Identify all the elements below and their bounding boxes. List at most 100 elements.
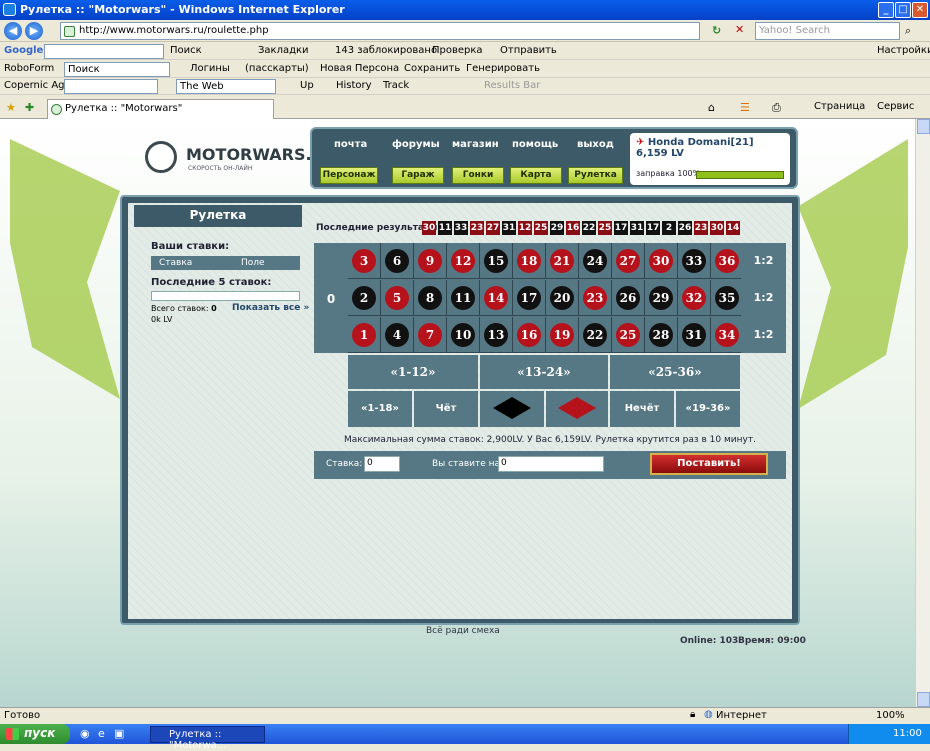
save-button[interactable]: Сохранить <box>404 63 460 74</box>
roboform-button[interactable]: RoboForm <box>4 63 54 74</box>
nav-shop[interactable]: магазин <box>452 139 499 150</box>
nav-garage[interactable]: Гараж <box>392 167 444 184</box>
url-input[interactable]: http://www.motorwars.ru/roulette.php <box>60 22 700 40</box>
back-icon[interactable]: ◀ <box>4 22 22 40</box>
number-cell[interactable]: 10 <box>447 317 480 353</box>
number-cell[interactable]: 15 <box>480 243 513 279</box>
dozen-2[interactable]: «13-24» <box>480 355 608 389</box>
nav-roulette[interactable]: Рулетка <box>568 167 623 184</box>
scroll-down-icon[interactable] <box>917 692 930 707</box>
google-search-button[interactable]: Поиск <box>170 45 202 56</box>
new-persona-button[interactable]: Новая Персона <box>320 63 399 74</box>
results-bar-button[interactable]: Results Bar <box>484 80 540 91</box>
nav-forums[interactable]: форумы <box>392 139 440 150</box>
up-button[interactable]: Up <box>300 80 314 91</box>
number-cell[interactable]: 25 <box>612 317 645 353</box>
page-menu[interactable]: Страница <box>814 101 865 112</box>
number-cell[interactable]: 11 <box>447 280 480 316</box>
number-cell[interactable]: 27 <box>612 243 645 279</box>
number-cell[interactable]: 21 <box>546 243 579 279</box>
number-cell[interactable]: 4 <box>381 317 414 353</box>
number-cell[interactable]: 23 <box>579 280 612 316</box>
number-cell[interactable]: 2 <box>348 280 381 316</box>
favorites-star-icon[interactable]: ★ <box>6 101 16 114</box>
zoom-level[interactable]: 100% <box>876 710 905 721</box>
tab-active[interactable]: Рулетка :: "Motorwars" <box>47 99 274 119</box>
settings-button[interactable]: Настройки <box>877 45 930 56</box>
number-cell[interactable]: 28 <box>645 317 678 353</box>
stop-icon[interactable]: ✕ <box>735 23 744 36</box>
scroll-up-icon[interactable] <box>917 119 930 134</box>
dozen-3[interactable]: «25-36» <box>610 355 740 389</box>
popup-blocked-button[interactable]: 143 заблокировано <box>335 45 437 56</box>
bookmarks-button[interactable]: Закладки <box>258 45 309 56</box>
copernic-search-input[interactable] <box>64 79 158 94</box>
add-favorites-icon[interactable]: ✚ <box>25 101 34 114</box>
number-cell[interactable]: 1 <box>348 317 381 353</box>
feeds-icon[interactable]: ☰ <box>740 101 750 114</box>
black-bet[interactable] <box>480 391 544 427</box>
column-bet[interactable]: 1:2 <box>741 243 786 279</box>
place-bet-button[interactable]: Поставить! <box>650 453 768 475</box>
forward-icon[interactable]: ▶ <box>25 22 43 40</box>
service-menu[interactable]: Сервис <box>877 101 914 112</box>
number-cell[interactable]: 24 <box>579 243 612 279</box>
close-button[interactable]: ✕ <box>912 2 928 18</box>
zero-cell[interactable]: 0 <box>316 245 346 353</box>
nav-character[interactable]: Персонаж <box>320 167 378 184</box>
quicklaunch-ie-icon[interactable]: e <box>98 727 105 740</box>
start-button[interactable]: пуск <box>0 724 70 744</box>
track-button[interactable]: Track <box>383 80 409 91</box>
number-cell[interactable]: 33 <box>678 243 711 279</box>
number-cell[interactable]: 7 <box>414 317 447 353</box>
engine-select[interactable]: The Web <box>176 79 276 94</box>
number-cell[interactable]: 34 <box>711 317 744 353</box>
number-cell[interactable]: 3 <box>348 243 381 279</box>
column-bet[interactable]: 1:2 <box>741 280 786 316</box>
home-icon[interactable]: ⌂ <box>708 101 715 114</box>
search-icon[interactable]: ⌕ <box>905 24 911 38</box>
number-cell[interactable]: 5 <box>381 280 414 316</box>
high-bet[interactable]: «19-36» <box>676 391 740 427</box>
spellcheck-button[interactable]: Проверка <box>432 45 483 56</box>
low-bet[interactable]: «1-18» <box>348 391 412 427</box>
refresh-icon[interactable]: ↻ <box>712 24 721 37</box>
number-cell[interactable]: 6 <box>381 243 414 279</box>
number-cell[interactable]: 32 <box>678 280 711 316</box>
number-cell[interactable]: 35 <box>711 280 744 316</box>
bet-on-input[interactable]: 0 <box>498 456 604 472</box>
number-cell[interactable]: 31 <box>678 317 711 353</box>
taskbar-task[interactable]: Рулетка :: "Motorwa... <box>150 726 265 751</box>
number-cell[interactable]: 29 <box>645 280 678 316</box>
maximize-button[interactable]: □ <box>895 2 911 18</box>
number-cell[interactable]: 30 <box>645 243 678 279</box>
print-icon[interactable]: ⎙ <box>772 101 781 115</box>
scrollbar[interactable] <box>915 119 930 707</box>
nav-logout[interactable]: выход <box>577 139 614 150</box>
logins-button[interactable]: Логины <box>190 63 230 74</box>
dozen-1[interactable]: «1-12» <box>348 355 478 389</box>
number-cell[interactable]: 17 <box>513 280 546 316</box>
number-cell[interactable]: 16 <box>513 317 546 353</box>
user-car[interactable]: ✈ Honda Domani[21] <box>636 137 784 148</box>
generate-button[interactable]: Генерировать <box>466 63 540 74</box>
number-cell[interactable]: 26 <box>612 280 645 316</box>
number-cell[interactable]: 14 <box>480 280 513 316</box>
history-button[interactable]: History <box>336 80 372 91</box>
quicklaunch-icon[interactable]: ◉ <box>80 727 90 740</box>
nav-races[interactable]: Гонки <box>452 167 504 184</box>
number-cell[interactable]: 13 <box>480 317 513 353</box>
minimize-button[interactable]: _ <box>878 2 894 18</box>
odd-bet[interactable]: Нечёт <box>610 391 674 427</box>
nav-mail[interactable]: почта <box>334 139 367 150</box>
search-input[interactable]: Yahoo! Search <box>755 22 900 40</box>
red-bet[interactable] <box>546 391 608 427</box>
nav-help[interactable]: помощь <box>512 139 558 150</box>
number-cell[interactable]: 36 <box>711 243 744 279</box>
quicklaunch-desktop-icon[interactable]: ▣ <box>114 727 124 740</box>
passcards-button[interactable]: (пасскарты) <box>245 63 309 74</box>
number-cell[interactable]: 8 <box>414 280 447 316</box>
number-cell[interactable]: 12 <box>447 243 480 279</box>
number-cell[interactable]: 20 <box>546 280 579 316</box>
number-cell[interactable]: 18 <box>513 243 546 279</box>
